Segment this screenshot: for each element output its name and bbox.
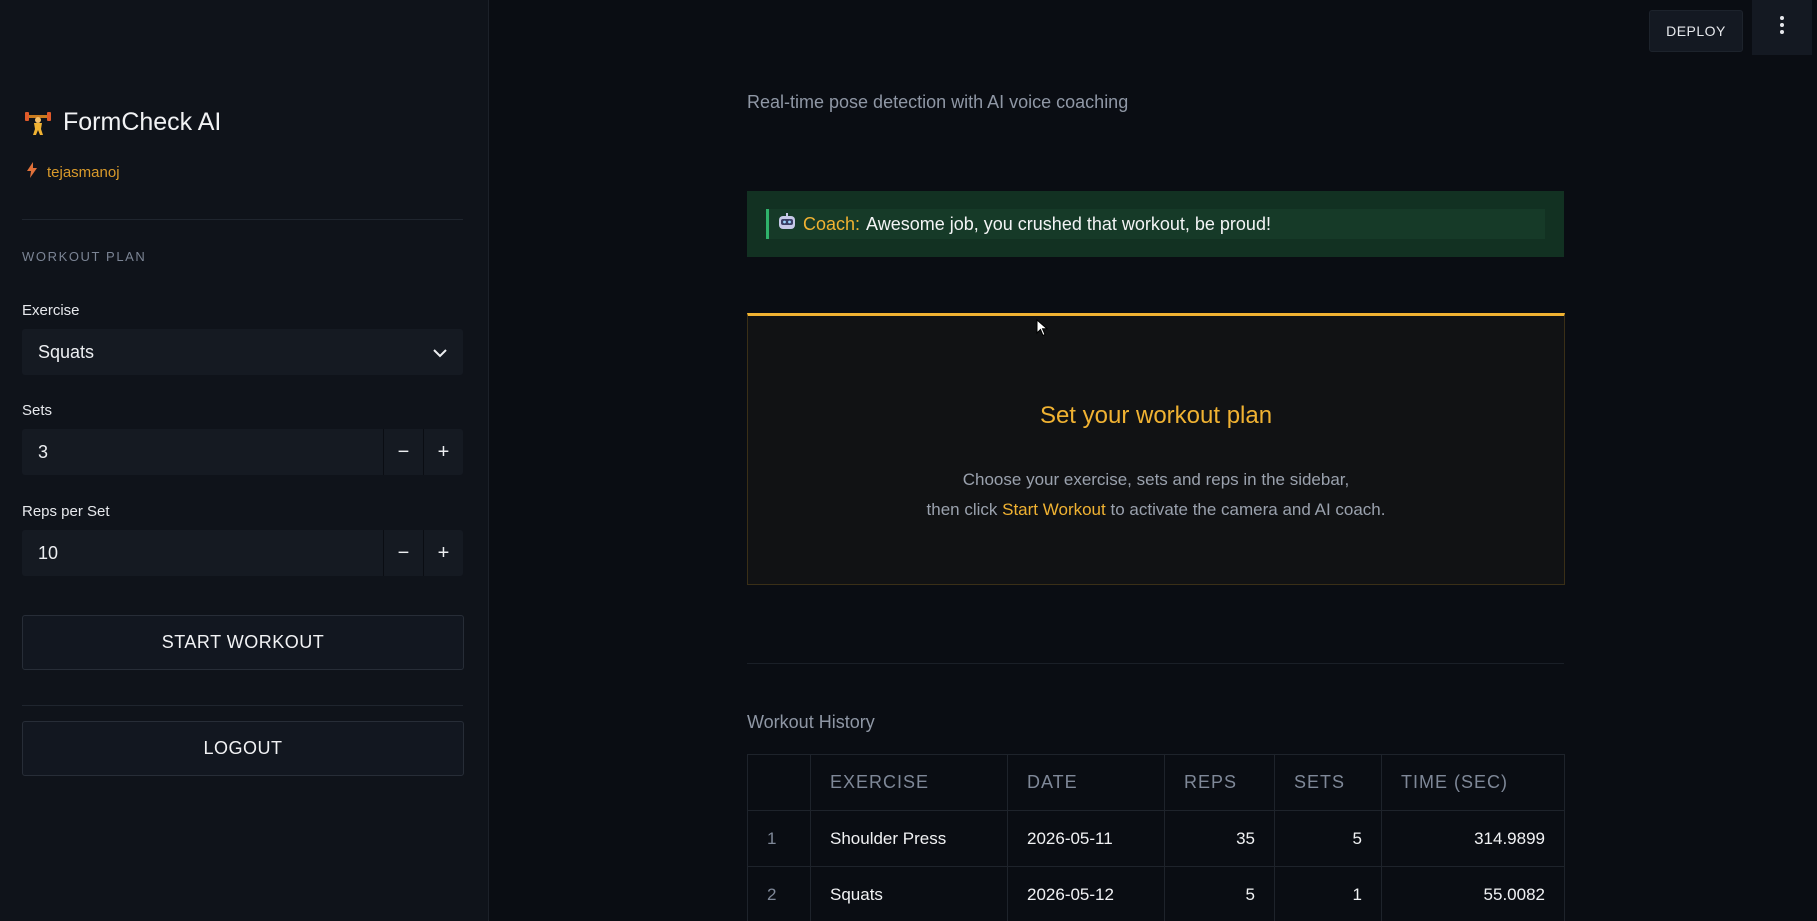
column-header-sets[interactable]: SETS [1274, 754, 1382, 811]
reps-label: Reps per Set [22, 503, 110, 520]
table-row: 2 Squats 2026-05-12 5 1 55.0082 [747, 866, 1565, 921]
row-index: 1 [747, 810, 811, 867]
column-header-reps[interactable]: REPS [1164, 754, 1275, 811]
deploy-button[interactable]: DEPLOY [1649, 10, 1743, 52]
cell-time: 314.9899 [1381, 810, 1565, 867]
column-header-exercise[interactable]: EXERCISE [810, 754, 1008, 811]
chevron-down-icon [433, 342, 447, 363]
plan-line-2: then click Start Workout to activate the… [748, 500, 1564, 520]
sets-input[interactable]: 3 [22, 429, 383, 475]
cell-reps: 5 [1164, 866, 1275, 921]
coach-text: Awesome job, you crushed that workout, b… [866, 213, 1271, 234]
plan-line-1: Choose your exercise, sets and reps in t… [962, 470, 1350, 489]
plan-title: Set your workout plan [1039, 402, 1273, 429]
table-header-row: EXERCISE DATE REPS SETS TIME (SEC) [747, 754, 1565, 811]
workout-history-table: EXERCISE DATE REPS SETS TIME (SEC) 1 Sho… [747, 754, 1565, 921]
divider [22, 219, 463, 220]
cell-sets: 1 [1274, 866, 1382, 921]
reps-increment-button[interactable]: + [423, 530, 463, 576]
cell-reps: 35 [1164, 810, 1275, 867]
cell-time: 55.0082 [1381, 866, 1565, 921]
reps-input[interactable]: 10 [22, 530, 383, 576]
history-title: Workout History [747, 712, 875, 732]
cell-sets: 5 [1274, 810, 1382, 867]
workout-plan-card: Set your workout plan Choose your exerci… [747, 313, 1565, 585]
start-workout-button[interactable]: START WORKOUT [22, 615, 464, 670]
cell-date: 2026-05-12 [1007, 866, 1165, 921]
reps-stepper: 10 − + [22, 530, 463, 576]
column-header-index [747, 754, 811, 811]
table-row: 1 Shoulder Press 2026-05-11 35 5 314.989… [747, 810, 1565, 867]
lightning-icon [27, 162, 37, 182]
username: tejasmanoj [47, 163, 120, 181]
plan-line-2-pre: then click [926, 500, 998, 519]
sets-increment-button[interactable]: + [423, 429, 463, 475]
app-title: FormCheck AI [63, 108, 222, 136]
weightlifter-icon [25, 110, 51, 136]
exercise-select[interactable]: Squats [22, 329, 463, 375]
coach-label: Coach: [803, 213, 861, 234]
sets-decrement-button[interactable]: − [383, 429, 423, 475]
column-header-time[interactable]: TIME (SEC) [1381, 754, 1565, 811]
exercise-label: Exercise [22, 302, 80, 319]
cell-date: 2026-05-11 [1007, 810, 1165, 867]
kebab-menu-icon [1780, 16, 1784, 39]
cell-exercise: Shoulder Press [810, 810, 1008, 867]
plan-line-2-post: to activate the camera and AI coach. [1110, 500, 1386, 519]
coach-message: Coach: Awesome job, you crushed that wor… [766, 209, 1545, 239]
coach-banner: Coach: Awesome job, you crushed that wor… [747, 191, 1564, 257]
brand: FormCheck AI [25, 108, 221, 137]
exercise-value: Squats [38, 341, 95, 362]
mouse-cursor-icon [1036, 318, 1049, 342]
page-subtitle: Real-time pose detection with AI voice c… [747, 92, 1129, 112]
sets-stepper: 3 − + [22, 429, 463, 475]
divider [747, 663, 1564, 664]
user-badge: tejasmanoj [27, 162, 120, 182]
sets-label: Sets [22, 402, 53, 419]
cell-exercise: Squats [810, 866, 1008, 921]
sidebar: FormCheck AI tejasmanoj WORKOUT PLAN Exe… [0, 0, 489, 921]
row-index: 2 [747, 866, 811, 921]
reps-decrement-button[interactable]: − [383, 530, 423, 576]
more-menu-button[interactable] [1752, 0, 1812, 55]
robot-icon [777, 212, 797, 237]
divider [22, 705, 463, 706]
plan-start-workout-highlight: Start Workout [1002, 500, 1106, 519]
logout-button[interactable]: LOGOUT [22, 721, 464, 776]
section-label: WORKOUT PLAN [22, 249, 147, 264]
column-header-date[interactable]: DATE [1007, 754, 1165, 811]
